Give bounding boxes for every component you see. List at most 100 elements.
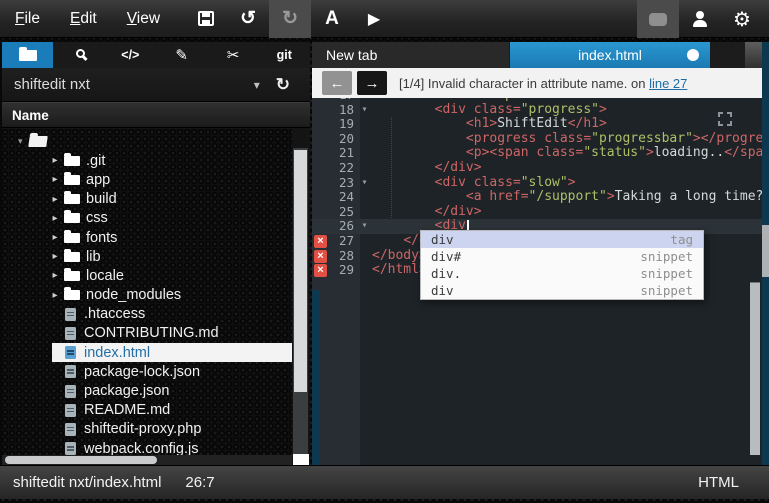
autocomplete-item-div[interactable]: divsnippet [421,282,703,299]
tree-item-fonts[interactable]: ▸fonts [2,228,292,247]
tree-root[interactable]: ▾ [2,132,292,151]
code-line-18[interactable]: 18▾ <div class="progress"> [312,103,762,118]
fold-arrow-icon [357,234,372,249]
line-number: 24 [312,190,357,205]
code-line-21[interactable]: 21 <p><span class="status">loading..</sp… [312,146,762,161]
next-error-button[interactable]: → [357,71,387,95]
prev-error-button[interactable]: ← [322,71,352,95]
tree-vertical-scrollbar[interactable] [293,148,308,497]
tree-horizontal-scrollbar[interactable] [2,455,292,465]
autocomplete-item-div[interactable]: divtag [421,231,703,248]
tab-new-tab[interactable]: New tab [312,42,509,68]
sidebar-tab-tools[interactable]: ✂ [207,42,258,68]
code-token: </div> [435,160,482,175]
tree-item-build[interactable]: ▸build [2,190,292,209]
folder-icon [64,156,80,166]
code-token: "slow" [521,175,568,190]
tree-vertical-scroll-thumb[interactable] [294,150,307,392]
refresh-icon[interactable]: ↻ [276,75,290,95]
sidebar-tab-snippets[interactable]: </> [105,42,156,68]
tree-item-locale[interactable]: ▸locale [2,266,292,285]
sidebar-tab-search[interactable] [53,42,104,68]
font-button[interactable]: A [311,0,353,38]
tree-expander-icon[interactable]: ▾ [18,136,23,147]
code-line-25[interactable]: 25 </div> [312,205,762,220]
tree-item-CONTRIBUTING.md[interactable]: CONTRIBUTING.md [2,324,292,343]
code-line-23[interactable]: 23▾ <div class="slow"> [312,176,762,191]
tab-label: New tab [326,47,377,63]
fold-arrow-icon[interactable]: ▾ [357,103,372,118]
chevron-down-icon[interactable]: ▾ [254,78,260,92]
fold-arrow-icon [357,263,372,278]
autocomplete-item-div.[interactable]: div.snippet [421,265,703,282]
error-line-link[interactable]: line 27 [649,76,687,91]
editor-scroll-thumb[interactable] [750,282,760,455]
tree-expander-icon[interactable]: ▸ [48,155,62,166]
tree-item-README.md[interactable]: README.md [2,401,292,420]
settings-button[interactable]: ⚙ [721,0,763,38]
tab-index-html[interactable]: index.html [510,42,710,68]
code-icon: </> [121,48,139,62]
code-line-22[interactable]: 22 </div> [312,161,762,176]
editor-tab-bar: New tab index.html [312,42,762,68]
error-marker-icon[interactable]: × [314,250,327,263]
line-number: 23 [312,176,357,191]
tree-expander-icon[interactable]: ▸ [48,194,62,205]
menu-edit[interactable]: Edit [55,0,112,38]
code-token: <div class= [435,175,521,190]
tree-expander-icon[interactable]: ▸ [48,174,62,185]
tree-expander-icon[interactable]: ▸ [48,213,62,224]
save-button[interactable] [185,0,227,38]
fold-arrow-icon[interactable]: ▾ [357,176,372,191]
error-marker-icon[interactable]: × [314,235,327,248]
menu-view[interactable]: View [112,0,175,38]
tree-expander-icon[interactable]: ▸ [48,290,62,301]
chat-button[interactable] [637,0,679,38]
code-line-19[interactable]: 19 <h1>ShiftEdit</h1> [312,117,762,132]
sidebar-tab-git[interactable]: git [259,42,310,68]
error-bar: ← → [1/4] Invalid character in attribute… [312,68,762,98]
account-button[interactable] [679,0,721,38]
redo-button[interactable]: ↻ [269,0,311,38]
sidebar-tab-files[interactable] [2,42,53,68]
tree-item-app[interactable]: ▸app [2,170,292,189]
tree-item-label: CONTRIBUTING.md [84,325,219,341]
sidebar-tab-edit[interactable]: ✎ [156,42,207,68]
tree-item-shiftedit-proxy.php[interactable]: shiftedit-proxy.php [2,420,292,439]
tree-item-index.html[interactable]: index.html [52,343,292,362]
tree-expander-icon[interactable]: ▸ [48,232,62,243]
tree-horizontal-scroll-thumb[interactable] [5,456,157,464]
tree-item-node_modules[interactable]: ▸node_modules [2,286,292,305]
font-icon: A [325,8,339,30]
tree-item-package-lock.json[interactable]: package-lock.json [2,362,292,381]
tree-expander-icon[interactable]: ▸ [48,270,62,281]
code-token: > [607,189,615,204]
tree-item-.git[interactable]: ▸.git [2,151,292,170]
tree-item-lib[interactable]: ▸lib [2,247,292,266]
menu-file[interactable]: File [0,0,55,38]
undo-button[interactable]: ↺ [227,0,269,38]
code-token: <h1> [466,116,497,131]
status-file-path: shiftedit nxt/index.html [13,474,161,491]
tree-item-.htaccess[interactable]: .htaccess [2,305,292,324]
run-button[interactable]: ▶ [353,0,395,38]
tree-header: Name [2,102,310,128]
code-editor[interactable]: 17 <div class="splash">18▾ <div class="p… [312,98,762,465]
fullscreen-icon[interactable] [718,112,732,126]
fold-arrow-icon[interactable]: ▾ [357,219,372,234]
panel-scrollbar[interactable] [762,42,769,465]
project-selector[interactable]: shiftedit nxt ▾ ↻ [2,68,310,102]
panel-scroll-thumb[interactable] [762,225,769,277]
autocomplete-item-div#[interactable]: div#snippet [421,248,703,265]
tab-overflow-button[interactable] [745,42,762,68]
tree-item-webpack.config.js[interactable]: webpack.config.js [2,439,292,456]
tree-expander-icon[interactable]: ▸ [48,251,62,262]
unsaved-dot-icon[interactable] [687,49,699,61]
error-marker-icon[interactable]: × [314,264,327,277]
status-language-mode[interactable]: HTML [698,474,739,491]
tree-item-css[interactable]: ▸css [2,209,292,228]
tree-item-package.json[interactable]: package.json [2,381,292,400]
code-line-24[interactable]: 24 <a href="/support">Taking a long time… [312,190,762,205]
code-line-20[interactable]: 20 <progress class="progressbar"></progr… [312,132,762,147]
autocomplete-meta: snippet [640,248,693,265]
